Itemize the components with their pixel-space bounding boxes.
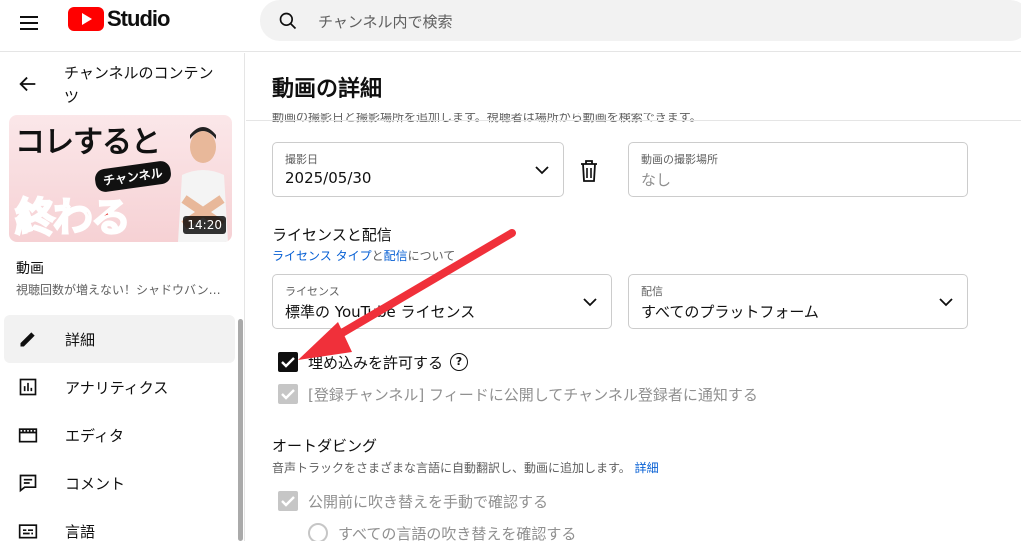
page-title: 動画の詳細 xyxy=(272,77,383,102)
notify-subscribers-checkbox[interactable] xyxy=(278,384,298,404)
search-placeholder: チャンネル内で検索 xyxy=(318,13,453,31)
review-all-radio[interactable] xyxy=(308,523,328,541)
delete-icon[interactable] xyxy=(579,160,599,182)
check-icon xyxy=(281,496,295,507)
allow-embedding-label: 埋め込みを許可する xyxy=(308,354,444,372)
field-value: 標準の YouTube ライセンス xyxy=(285,303,476,321)
sidebar-item-comments[interactable]: コメント xyxy=(4,459,235,507)
help-icon[interactable]: ? xyxy=(450,353,468,371)
field-label: 動画の撮影場所 xyxy=(641,153,718,166)
sidebar-item-label: コメント xyxy=(65,475,126,493)
pencil-icon xyxy=(20,332,35,347)
recording-description: 動画の撮影日と撮影場所を追加します。視聴者は場所から動画を検索できます。 xyxy=(272,113,702,124)
sidebar-item-details[interactable]: 詳細 xyxy=(4,315,235,363)
editor-icon xyxy=(18,428,38,443)
field-label: 配信 xyxy=(641,285,663,298)
youtube-logo-icon xyxy=(68,7,104,31)
check-icon xyxy=(281,389,295,400)
subtitles-icon xyxy=(18,524,38,539)
video-thumbnail[interactable]: コレすると チャンネル 終わる 14:20 xyxy=(9,115,232,242)
chevron-down-icon xyxy=(535,166,549,175)
license-section-title: ライセンスと配信 xyxy=(272,226,392,244)
top-bar: Studio チャンネル内で検索 xyxy=(0,0,1021,52)
search-icon xyxy=(279,12,297,30)
location-field[interactable]: 動画の撮影場所 なし xyxy=(628,142,968,197)
chevron-down-icon xyxy=(939,298,953,307)
field-value: 2025/05/30 xyxy=(285,169,372,187)
header-divider xyxy=(246,120,1021,121)
sidebar-item-label: 詳細 xyxy=(65,331,96,349)
thumbnail-text-top: コレすると xyxy=(15,125,161,160)
allow-embedding-checkbox[interactable] xyxy=(278,352,298,372)
distribution-select[interactable]: 配信 すべてのプラットフォーム xyxy=(628,274,968,329)
video-title: 視聴回数が増えない！シャドウバン… xyxy=(16,283,221,297)
field-value: すべてのプラットフォーム xyxy=(641,303,819,321)
review-all-label: すべての言語の吹き替えを確認する xyxy=(338,525,577,541)
dubbing-section-title: オートダビング xyxy=(272,437,378,455)
notify-subscribers-label: [登録チャンネル] フィードに公開してチャンネル登録者に通知する xyxy=(308,386,758,404)
sidebar-scrollbar[interactable] xyxy=(238,319,243,541)
sidebar-item-label: エディタ xyxy=(65,427,124,445)
sidebar-item-languages[interactable]: 言語 xyxy=(4,507,235,541)
logo-text: Studio xyxy=(107,6,170,31)
recording-date-field[interactable]: 撮影日 2025/05/30 xyxy=(272,142,564,197)
video-label: 動画 xyxy=(16,261,44,277)
sidebar-item-editor[interactable]: エディタ xyxy=(4,411,235,459)
back-arrow-icon[interactable] xyxy=(17,73,39,95)
license-section-subtitle: ライセンス タイプと配信について xyxy=(272,249,456,263)
sidebar-title: チャンネルのコンテンツ xyxy=(64,64,214,106)
analytics-icon xyxy=(19,378,37,396)
field-placeholder: なし xyxy=(641,171,672,189)
dubbing-section-subtitle: 音声トラックをさまざまな言語に自動翻訳し、動画に追加します。 詳細 xyxy=(272,461,659,475)
manual-review-checkbox[interactable] xyxy=(278,491,298,511)
youtube-studio-logo[interactable]: Studio xyxy=(68,6,170,32)
sidebar-item-analytics[interactable]: アナリティクス xyxy=(4,363,235,411)
search-input[interactable]: チャンネル内で検索 xyxy=(260,0,1021,41)
distribution-link[interactable]: 配信 xyxy=(384,249,408,263)
menu-icon[interactable] xyxy=(18,12,42,36)
video-duration: 14:20 xyxy=(183,216,226,234)
license-type-link[interactable]: ライセンス タイプ xyxy=(272,249,372,263)
manual-review-label: 公開前に吹き替えを手動で確認する xyxy=(308,493,549,511)
comment-icon xyxy=(19,474,37,493)
license-select[interactable]: ライセンス 標準の YouTube ライセンス xyxy=(272,274,612,329)
field-label: 撮影日 xyxy=(285,153,318,166)
dubbing-learn-more-link[interactable]: 詳細 xyxy=(635,461,659,475)
check-icon xyxy=(281,357,295,368)
sidebar-item-label: 言語 xyxy=(65,523,96,541)
chevron-down-icon xyxy=(583,298,597,307)
field-label: ライセンス xyxy=(285,285,340,298)
thumbnail-text-bottom: 終わる xyxy=(14,194,132,242)
sidebar-item-label: アナリティクス xyxy=(65,379,169,397)
sidebar: チャンネルのコンテンツ コレすると チャンネル 終わる 14:20 動画 視聴回… xyxy=(0,53,245,541)
